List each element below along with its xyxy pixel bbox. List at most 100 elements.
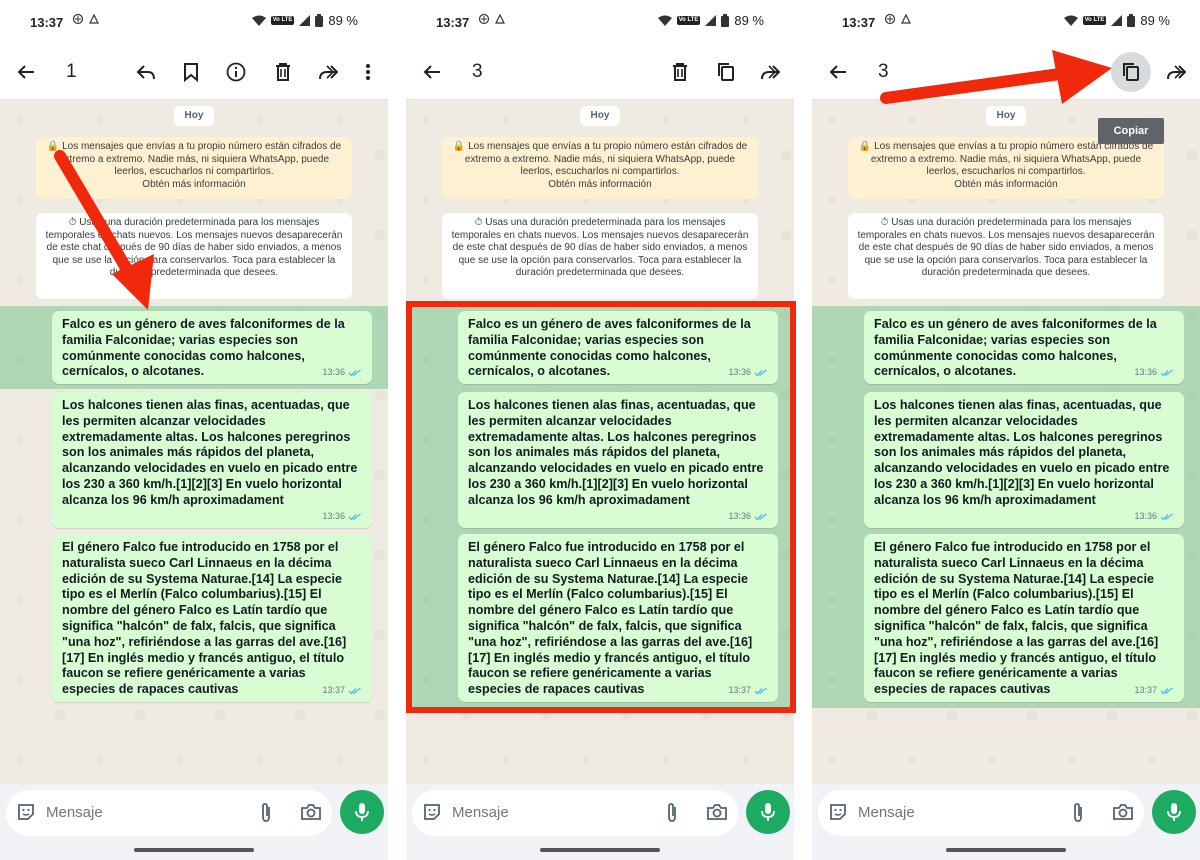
- camera-icon[interactable]: [1112, 803, 1134, 826]
- mic-button[interactable]: [746, 790, 790, 834]
- forward-icon[interactable]: [1164, 60, 1188, 84]
- app-notification-icon: [901, 13, 911, 24]
- battery-icon: [315, 14, 324, 27]
- sticker-icon[interactable]: [828, 802, 848, 827]
- selection-toolbar: 1: [0, 44, 388, 100]
- check-double-icon: [754, 687, 767, 695]
- message-text: Falco es un género de aves falconiformes…: [62, 317, 345, 379]
- status-time: 13:37: [30, 15, 64, 30]
- sticker-icon[interactable]: [16, 802, 36, 827]
- message-text: Los halcones tienen alas finas, acentuad…: [874, 398, 1170, 507]
- message-text: El género Falco fue introducido en 1758 …: [874, 540, 1159, 697]
- volte-badge: Vo LTE: [676, 16, 701, 25]
- status-bar: 13:37 Vo LTE 89 %: [0, 0, 388, 44]
- wifi-icon: [1063, 15, 1078, 26]
- message-input[interactable]: [452, 804, 612, 821]
- disappearing-messages-notice[interactable]: ⏱ Usas una duración predeterminada para …: [848, 213, 1164, 299]
- check-double-icon: [1160, 369, 1173, 377]
- message-input[interactable]: [46, 804, 206, 821]
- message-bubble[interactable]: El género Falco fue introducido en 1758 …: [458, 534, 778, 702]
- learn-more-link[interactable]: Obtén más información: [856, 179, 1156, 192]
- camera-icon[interactable]: [300, 803, 322, 826]
- message-composer[interactable]: [6, 790, 332, 836]
- status-bar: 13:37 Vo LTE 89 %: [406, 0, 794, 44]
- message-bubble[interactable]: El género Falco fue introducido en 1758 …: [864, 534, 1184, 702]
- message-bubble[interactable]: Falco es un género de aves falconiformes…: [864, 311, 1184, 384]
- bookmark-icon[interactable]: [179, 60, 203, 84]
- message-bubble[interactable]: El género Falco fue introducido en 1758 …: [52, 534, 372, 702]
- battery-text: 89 %: [1140, 13, 1170, 28]
- chat-area: Hoy 🔒 Los mensajes que envías a tu propi…: [406, 100, 794, 784]
- message-text: Los halcones tienen alas finas, acentuad…: [62, 398, 358, 507]
- selected-count: 3: [472, 61, 483, 82]
- message-text: El género Falco fue introducido en 1758 …: [468, 540, 753, 697]
- home-indicator: [946, 848, 1066, 852]
- phone-screen-2: 13:37 Vo LTE 89 % 3 Hoy 🔒 Los mensajes q…: [406, 0, 794, 860]
- message-time: 13:36: [1134, 511, 1157, 522]
- message-composer[interactable]: [818, 790, 1144, 836]
- disappearing-messages-notice[interactable]: ⏱ Usas una duración predeterminada para …: [36, 213, 352, 299]
- timer-icon: ⏱: [68, 217, 77, 228]
- disappearing-messages-notice[interactable]: ⏱ Usas una duración predeterminada para …: [442, 213, 758, 299]
- check-double-icon: [348, 687, 361, 695]
- signal-icon: [705, 15, 717, 26]
- message-time: 13:37: [1134, 685, 1157, 696]
- copy-tooltip: Copiar: [1098, 118, 1164, 144]
- message-text: Falco es un género de aves falconiformes…: [874, 317, 1157, 379]
- delete-icon[interactable]: [271, 60, 295, 84]
- forward-icon[interactable]: [758, 60, 782, 84]
- attach-icon[interactable]: [258, 802, 274, 829]
- battery-text: 89 %: [328, 13, 358, 28]
- message-composer[interactable]: [412, 790, 738, 836]
- mic-icon: [1167, 803, 1181, 821]
- mic-button[interactable]: [340, 790, 384, 834]
- message-bubble[interactable]: Los halcones tienen alas finas, acentuad…: [864, 392, 1184, 528]
- learn-more-link[interactable]: Obtén más información: [44, 179, 344, 192]
- input-bar: [812, 784, 1200, 860]
- check-double-icon: [1160, 513, 1173, 521]
- encryption-notice[interactable]: 🔒 Los mensajes que envías a tu propio nú…: [36, 137, 352, 199]
- sticker-icon[interactable]: [422, 802, 442, 827]
- timer-icon: ⏱: [474, 217, 483, 228]
- message-bubble[interactable]: Falco es un género de aves falconiformes…: [52, 311, 372, 384]
- status-bar: 13:37 Vo LTE 89 %: [812, 0, 1200, 44]
- learn-more-link[interactable]: Obtén más información: [450, 179, 750, 192]
- more-icon[interactable]: [356, 60, 380, 84]
- selected-count: 1: [66, 61, 77, 82]
- message-text: El género Falco fue introducido en 1758 …: [62, 540, 347, 697]
- message-input[interactable]: [858, 804, 1018, 821]
- back-arrow-icon[interactable]: [14, 60, 38, 84]
- copy-icon[interactable]: [714, 60, 738, 84]
- back-arrow-icon[interactable]: [826, 60, 850, 84]
- message-text: Falco es un género de aves falconiformes…: [468, 317, 751, 379]
- delete-icon[interactable]: [668, 60, 692, 84]
- attach-icon[interactable]: [664, 802, 680, 829]
- copy-icon[interactable]: [1121, 62, 1141, 82]
- wifi-icon: [657, 15, 672, 26]
- encryption-notice[interactable]: 🔒 Los mensajes que envías a tu propio nú…: [848, 137, 1164, 199]
- message-bubble[interactable]: Los halcones tienen alas finas, acentuad…: [458, 392, 778, 528]
- reply-icon[interactable]: [134, 60, 158, 84]
- selected-count: 3: [878, 61, 889, 82]
- volte-badge: Vo LTE: [270, 16, 295, 25]
- phone-screen-1: 13:37 Vo LTE 89 % 1 Hoy 🔒 Los mensajes q…: [0, 0, 388, 860]
- message-time: 13:36: [322, 511, 345, 522]
- message-bubble[interactable]: Los halcones tienen alas finas, acentuad…: [52, 392, 372, 528]
- back-arrow-icon[interactable]: [420, 60, 444, 84]
- attach-icon[interactable]: [1070, 802, 1086, 829]
- volte-badge: Vo LTE: [1082, 16, 1107, 25]
- message-time: 13:36: [728, 367, 751, 378]
- forward-icon[interactable]: [316, 60, 340, 84]
- camera-icon[interactable]: [706, 803, 728, 826]
- mic-button[interactable]: [1152, 790, 1196, 834]
- message-time: 13:36: [1134, 367, 1157, 378]
- app-notification-icon: [495, 13, 505, 24]
- check-double-icon: [348, 513, 361, 521]
- message-bubble[interactable]: Falco es un género de aves falconiformes…: [458, 311, 778, 384]
- date-chip: Hoy: [580, 106, 620, 126]
- input-bar: [0, 784, 388, 860]
- encryption-notice[interactable]: 🔒 Los mensajes que envías a tu propio nú…: [442, 137, 758, 199]
- message-time: 13:36: [728, 511, 751, 522]
- selection-toolbar: 3: [406, 44, 794, 100]
- info-icon[interactable]: [224, 60, 248, 84]
